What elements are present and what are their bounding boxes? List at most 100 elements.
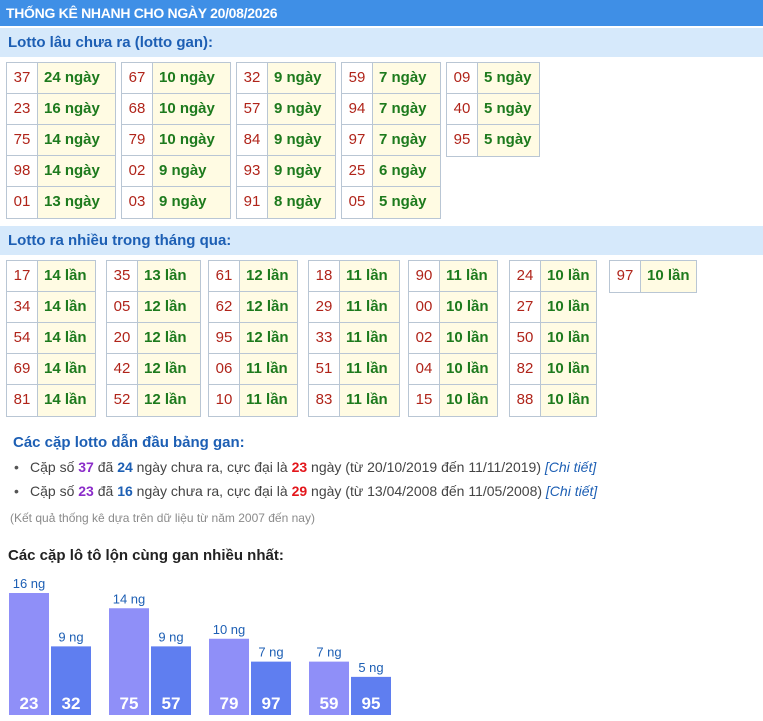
lotto-count: 9 ngày [268,125,335,155]
table-row: 33 11 lần [309,323,399,354]
table-row: 59 7 ngày [342,63,440,94]
lotto-number: 93 [237,156,268,186]
lotto-count: 14 ngày [38,156,115,186]
lotto-count: 13 ngày [38,187,115,218]
detail-link[interactable]: [Chi tiết] [546,483,597,499]
table-row: 62 12 lần [209,292,297,323]
lotto-count: 9 ngày [268,156,335,186]
bar-category-label: 97 [262,694,281,713]
lotto-number: 95 [447,125,478,156]
lotto-number: 84 [237,125,268,155]
bar-category-label: 57 [162,694,181,713]
lotto-count: 14 lần [38,261,95,291]
lotto-number: 35 [107,261,138,291]
bullet-icon: • [14,483,19,499]
lotto-number: 32 [237,63,268,93]
lotto-count: 10 lần [541,323,596,353]
lotto-count: 5 ngày [478,63,539,93]
table-row: 03 9 ngày [122,187,230,218]
lotto-number: 04 [409,354,440,384]
table-column: 09 5 ngày 40 5 ngày 95 5 ngày [446,62,540,157]
table-column: 61 12 lần 62 12 lần 95 12 lần 06 11 lần 10 11 lần [208,260,298,417]
table-column: 97 10 lần [609,260,697,293]
lotto-count: 11 lần [340,292,399,322]
lotto-count: 5 ngày [478,94,539,124]
lotto-number: 91 [237,187,268,218]
bar-value-label: 16 ng [13,576,46,591]
table-row: 25 6 ngày [342,156,440,187]
lotto-number: 52 [107,385,138,416]
table-column: 17 14 lần 34 14 lần 54 14 lần 69 14 lần 81 14 lần [6,260,96,417]
lotto-count: 10 lần [440,323,497,353]
bar-value-label: 5 ng [358,660,383,675]
table-row: 50 10 lần [510,323,596,354]
pair-days: 16 [117,483,133,499]
table-row: 68 10 ngày [122,94,230,125]
data-note: (Kết quả thống kê dựa trên dữ liệu từ nă… [10,511,315,525]
pair-text: ngày (từ 20/10/2019 đến 11/11/2019) [307,459,545,475]
lotto-number: 27 [510,292,541,322]
table-row: 93 9 ngày [237,156,335,187]
lotto-count: 12 lần [138,354,200,384]
bar-category-label: 75 [120,694,139,713]
table-column: 59 7 ngày 94 7 ngày 97 7 ngày 25 6 ngày 05 5 ngày [341,62,441,219]
lotto-number: 06 [209,354,240,384]
table-row: 91 8 ngày [237,187,335,218]
bar-value-label: 7 ng [258,645,283,660]
lotto-count: 11 lần [240,354,297,384]
table-row: 35 13 lần [107,261,200,292]
table-row: 82 10 lần [510,354,596,385]
lotto-number: 83 [309,385,340,416]
lotto-number: 90 [409,261,440,291]
lotto-number: 97 [342,125,373,155]
table-column: 24 10 lần 27 10 lần 50 10 lần 82 10 lần 88 10 lần [509,260,597,417]
table-row: 97 7 ngày [342,125,440,156]
lotto-number: 51 [309,354,340,384]
lotto-number: 00 [409,292,440,322]
lotto-number: 20 [107,323,138,353]
lotto-number: 33 [309,323,340,353]
lotto-number: 17 [7,261,38,291]
lotto-count: 10 ngày [153,94,230,124]
table-row: 17 14 lần [7,261,95,292]
table-row: 94 7 ngày [342,94,440,125]
table-row: 57 9 ngày [237,94,335,125]
lotto-count: 10 ngày [153,63,230,93]
table-row: 23 16 ngày [7,94,115,125]
pair-max: 23 [291,459,308,475]
lotto-number: 02 [409,323,440,353]
lotto-number: 18 [309,261,340,291]
bar-value-label: 14 ng [113,591,146,606]
lotto-count: 10 lần [541,385,596,416]
table-row: 37 24 ngày [7,63,115,94]
table-row: 02 10 lần [409,323,497,354]
detail-link[interactable]: [Chi tiết] [545,459,596,475]
lotto-count: 9 ngày [153,187,230,218]
pair-text: đã [93,459,118,475]
lotto-count: 11 lần [340,385,399,416]
lotto-count: 11 lần [340,261,399,291]
bar-value-label: 7 ng [316,645,341,660]
lotto-count: 6 ngày [373,156,440,186]
lotto-count: 11 lần [240,385,297,416]
pair-days: 24 [117,459,133,475]
lotto-count: 12 lần [138,323,200,353]
bar-category-label: 59 [320,694,339,713]
lotto-count: 7 ngày [373,63,440,93]
lotto-count: 14 lần [38,292,95,322]
table-row: 15 10 lần [409,385,497,416]
table-row: 97 10 lần [610,261,696,292]
lotto-number: 15 [409,385,440,416]
lotto-number: 29 [309,292,340,322]
lotto-count: 8 ngày [268,187,335,218]
table-row: 09 5 ngày [447,63,539,94]
table-row: 54 14 lần [7,323,95,354]
table-row: 05 12 lần [107,292,200,323]
lotto-number: 37 [7,63,38,93]
lotto-count: 12 lần [138,292,200,322]
table-row: 40 5 ngày [447,94,539,125]
lotto-number: 68 [122,94,153,124]
lotto-number: 10 [209,385,240,416]
pair-item: • Cặp số 37 đã 24 ngày chưa ra, cực đại l… [14,459,596,475]
lotto-number: 50 [510,323,541,353]
